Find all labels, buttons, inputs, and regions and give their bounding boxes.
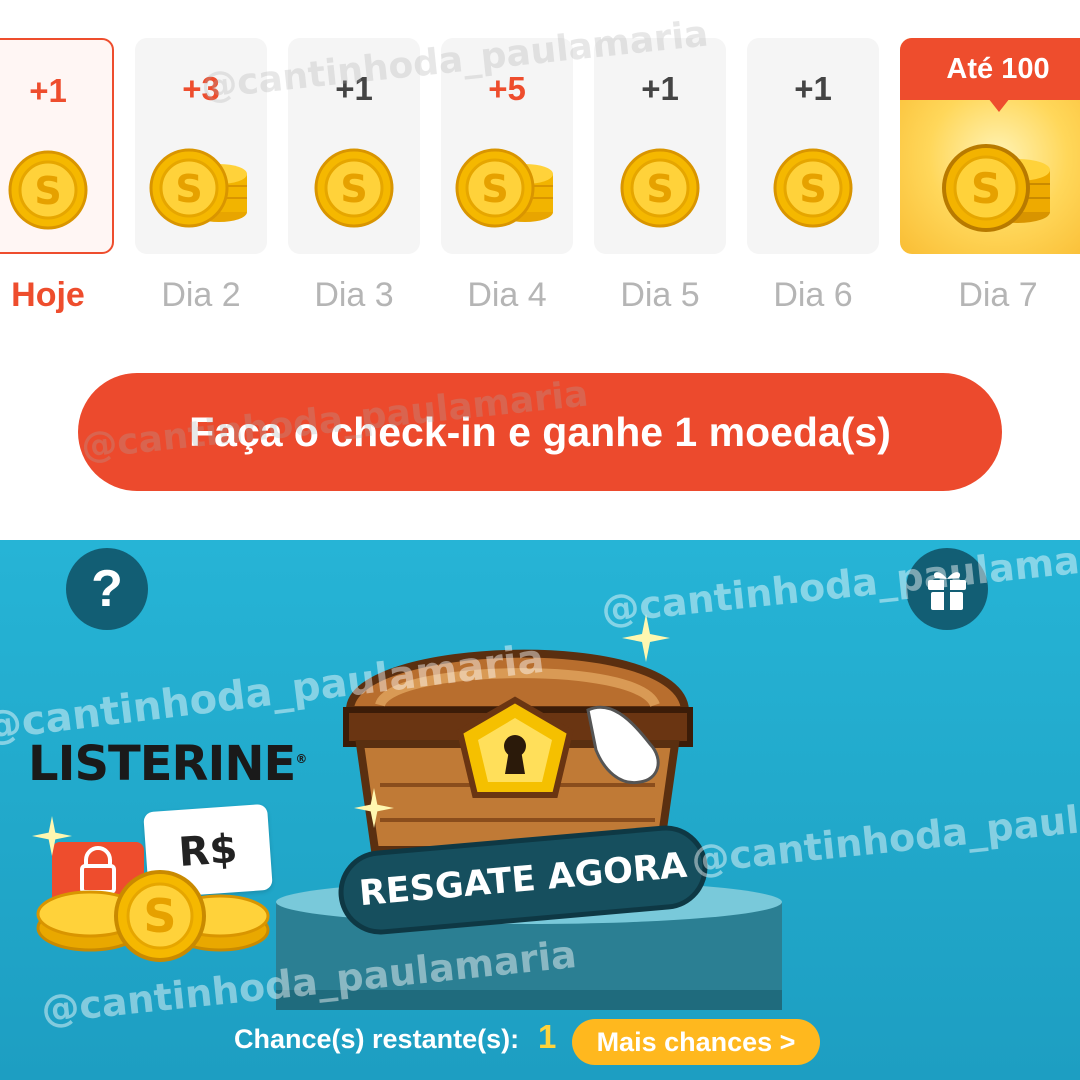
day-card-bg: Até 100 S	[900, 38, 1080, 254]
day-label: Dia 7	[958, 276, 1038, 314]
svg-text:S: S	[34, 169, 61, 213]
gift-icon	[928, 572, 966, 610]
day-card-4: +5 S Dia 4	[441, 38, 573, 314]
day-card-2: +3 S Dia 2	[135, 38, 267, 314]
sparkle-icon	[32, 816, 72, 856]
day-card-3: +1 S Dia 3	[288, 38, 420, 314]
registered-mark: ®	[295, 752, 307, 766]
day-card-bg: +3 S	[135, 38, 267, 254]
day-card-6: +1 S Dia 6	[747, 38, 879, 314]
svg-text:S: S	[143, 889, 176, 943]
day-label: Dia 4	[467, 276, 547, 314]
day-label: Dia 6	[773, 276, 853, 314]
day-card-today[interactable]: +1 S Hoje	[0, 38, 114, 314]
coin-icon: S	[288, 146, 420, 230]
sparkle-icon	[622, 614, 670, 662]
checkin-panel: +1 S Hoje +3 S Dia 2 +1 S Dia 3 +5 S Dia…	[0, 0, 1080, 540]
day-card-5: +1 S Dia 5	[594, 38, 726, 314]
day-card-7: Até 100 S Dia 7	[900, 38, 1080, 314]
day-label: Dia 5	[620, 276, 700, 314]
chances-remaining-label: Chance(s) restante(s):	[234, 1024, 520, 1054]
day-card-bg: +5 S	[441, 38, 573, 254]
day-reward-amount: +5	[488, 70, 526, 107]
day-reward-amount: +1	[641, 70, 679, 107]
coin-stack-icon: S	[441, 146, 573, 230]
sponsor-logo: LISTERINE®	[28, 736, 307, 792]
coin-icon: S	[594, 146, 726, 230]
coin-stack-icon: S	[135, 146, 267, 230]
day-card-bg: +1 S	[747, 38, 879, 254]
svg-text:S: S	[175, 167, 202, 211]
gift-button[interactable]	[906, 548, 988, 630]
day-label: Hoje	[11, 276, 85, 314]
coin-pile-icon: S	[36, 870, 270, 962]
day-card-bg: +1 S	[594, 38, 726, 254]
day-reward-amount: +1	[29, 72, 67, 109]
checkin-button[interactable]: Faça o check-in e ganhe 1 moeda(s)	[78, 373, 1002, 491]
more-chances-button[interactable]: Mais chances >	[572, 1019, 820, 1065]
day-reward-amount: +1	[335, 70, 373, 107]
day-label: Dia 2	[161, 276, 241, 314]
coin-icon: S	[0, 148, 112, 232]
day-card-bg: +1 S	[0, 38, 114, 254]
chances-remaining-count: 1	[538, 1018, 557, 1055]
day-label: Dia 3	[314, 276, 394, 314]
svg-text:S: S	[340, 167, 367, 211]
svg-text:S: S	[971, 164, 1001, 213]
svg-text:S: S	[646, 167, 673, 211]
help-button[interactable]: ?	[66, 548, 148, 630]
treasure-game-panel: ? LISTERINE® R$ S RESGATE AGORA Chance(s…	[0, 540, 1080, 1080]
svg-text:S: S	[481, 167, 508, 211]
svg-text:S: S	[799, 167, 826, 211]
sponsor-name: LISTERINE	[28, 736, 296, 792]
sparkle-icon	[354, 788, 394, 828]
day-card-bg: +1 S	[288, 38, 420, 254]
ribbon-pointer	[988, 98, 1010, 112]
day-reward-amount: +1	[794, 70, 832, 107]
day-reward-amount: +3	[182, 70, 220, 107]
coin-stack-icon: S	[900, 142, 1080, 232]
bonus-ribbon: Até 100	[900, 38, 1080, 100]
coin-icon: S	[747, 146, 879, 230]
